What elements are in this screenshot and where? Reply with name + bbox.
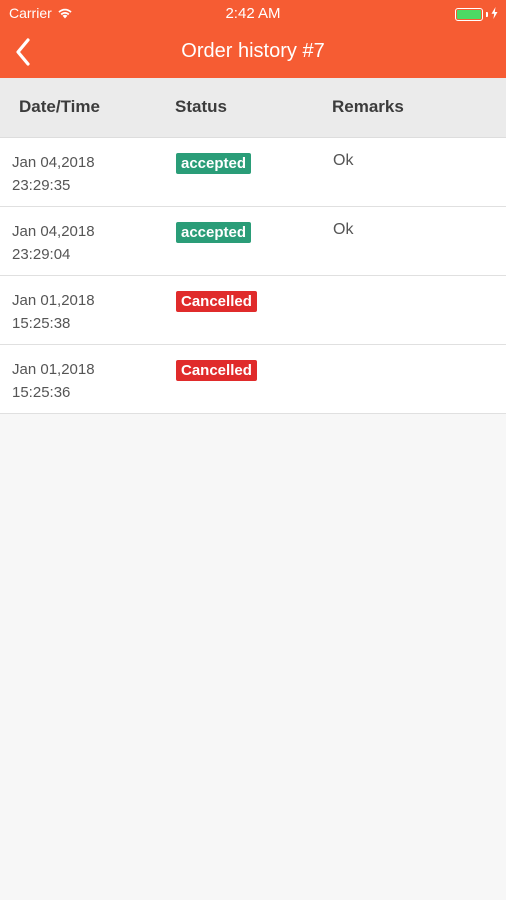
row-time: 23:29:04 [12, 246, 71, 263]
column-header-remarks: Remarks [332, 97, 404, 116]
status-time: 2:42 AM [225, 5, 281, 22]
status-badge: Cancelled [176, 291, 257, 312]
row-time: 15:25:38 [12, 315, 71, 332]
row-datetime: Jan 01,2018 15:25:38 [12, 289, 95, 335]
row-datetime: Jan 04,2018 23:29:04 [12, 220, 95, 266]
row-date: Jan 01,2018 [12, 361, 95, 378]
table-row: Jan 01,2018 15:25:38 Cancelled [0, 276, 506, 345]
battery-indicator [455, 6, 498, 22]
charging-bolt-icon [491, 6, 498, 22]
table-row: Jan 04,2018 23:29:35 accepted Ok [0, 138, 506, 207]
row-remarks: Ok [333, 221, 354, 238]
battery-fill [457, 9, 481, 19]
order-history-list: Jan 04,2018 23:29:35 accepted Ok Jan 04,… [0, 138, 506, 414]
status-badge: Cancelled [176, 360, 257, 381]
navigation-bar: Order history #7 [0, 26, 506, 78]
row-date: Jan 04,2018 [12, 223, 95, 240]
row-time: 15:25:36 [12, 384, 71, 401]
row-remarks: Ok [333, 152, 354, 169]
row-date: Jan 01,2018 [12, 292, 95, 309]
page-title: Order history #7 [181, 40, 325, 62]
column-header-date-time: Date/Time [19, 97, 100, 116]
row-time: 23:29:35 [12, 177, 71, 194]
battery-icon [455, 7, 483, 21]
status-bar: Carrier 2:42 AM [0, 0, 506, 26]
table-header: Date/Time Status Remarks [0, 78, 506, 138]
header: Carrier 2:42 AM Order history #7 [0, 0, 506, 78]
row-datetime: Jan 01,2018 15:25:36 [12, 358, 95, 404]
table-row: Jan 04,2018 23:29:04 accepted Ok [0, 207, 506, 276]
row-date: Jan 04,2018 [12, 154, 95, 171]
table-row: Jan 01,2018 15:25:36 Cancelled [0, 345, 506, 414]
column-header-status: Status [175, 97, 227, 116]
battery-nub [486, 11, 488, 17]
row-datetime: Jan 04,2018 23:29:35 [12, 151, 95, 197]
status-badge: accepted [176, 153, 252, 174]
status-badge: accepted [176, 222, 252, 243]
